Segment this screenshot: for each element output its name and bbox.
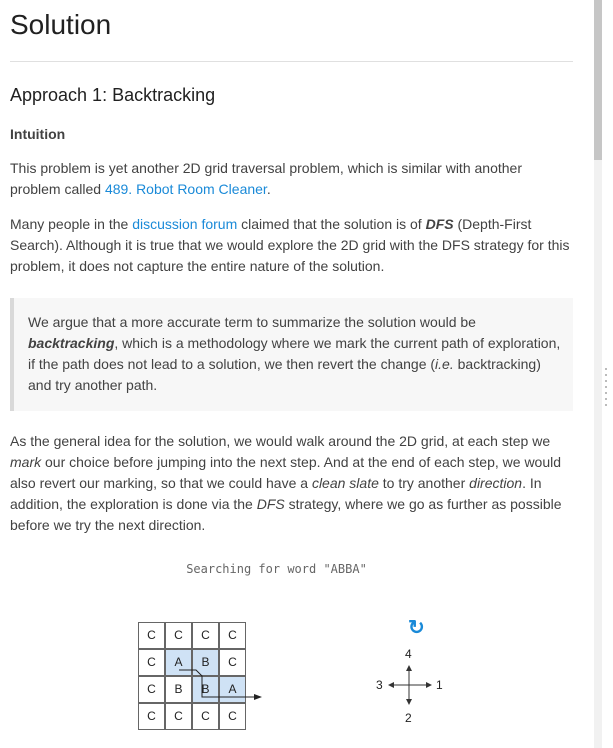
grid-cell: C [219,649,246,676]
compass-left-label: 3 [376,678,383,692]
grid-cell: B [165,676,192,703]
grid-cell: C [219,622,246,649]
grid-cell: C [138,676,165,703]
letter-grid: CCCCCABCCBBACCCC [138,622,262,730]
pane-resize-handle[interactable] [604,368,608,410]
grid-cell: C [138,649,165,676]
scrollbar-thumb[interactable] [594,0,602,160]
grid-cell: C [165,703,192,730]
grid-cell: C [192,703,219,730]
compass-down-label: 2 [405,711,412,725]
intuition-heading: Intuition [10,126,66,142]
direction-compass: ↻ 4 1 2 3 [370,615,460,735]
title-divider [10,61,573,62]
general-idea-paragraph: As the general idea for the solution, we… [10,433,562,533]
dfs-paragraph: Many people in the discussion forum clai… [10,216,570,274]
grid-cell: B [192,649,219,676]
intro-paragraph: This problem is yet another 2D grid trav… [10,160,522,197]
approach-title: Approach 1: Backtracking [10,85,216,105]
robot-room-cleaner-link[interactable]: 489. Robot Room Cleaner [105,181,267,197]
grid-cell: C [138,703,165,730]
blockquote-text: We argue that a more accurate term to su… [28,314,561,393]
compass-arrows [388,665,432,705]
figure-caption: Searching for word "ABBA" [186,562,367,576]
compass-right-label: 1 [436,678,443,692]
page-title: Solution [10,9,112,40]
discussion-forum-link[interactable]: discussion forum [132,216,237,232]
grid-cell: C [192,622,219,649]
grid-cell: A [165,649,192,676]
compass-up-label: 4 [405,647,412,661]
grid-cell: A [219,676,246,703]
grid-cell: C [165,622,192,649]
grid-cell: C [138,622,165,649]
blockquote: We argue that a more accurate term to su… [10,298,573,411]
grid-cell: B [192,676,219,703]
grid-cell: C [219,703,246,730]
